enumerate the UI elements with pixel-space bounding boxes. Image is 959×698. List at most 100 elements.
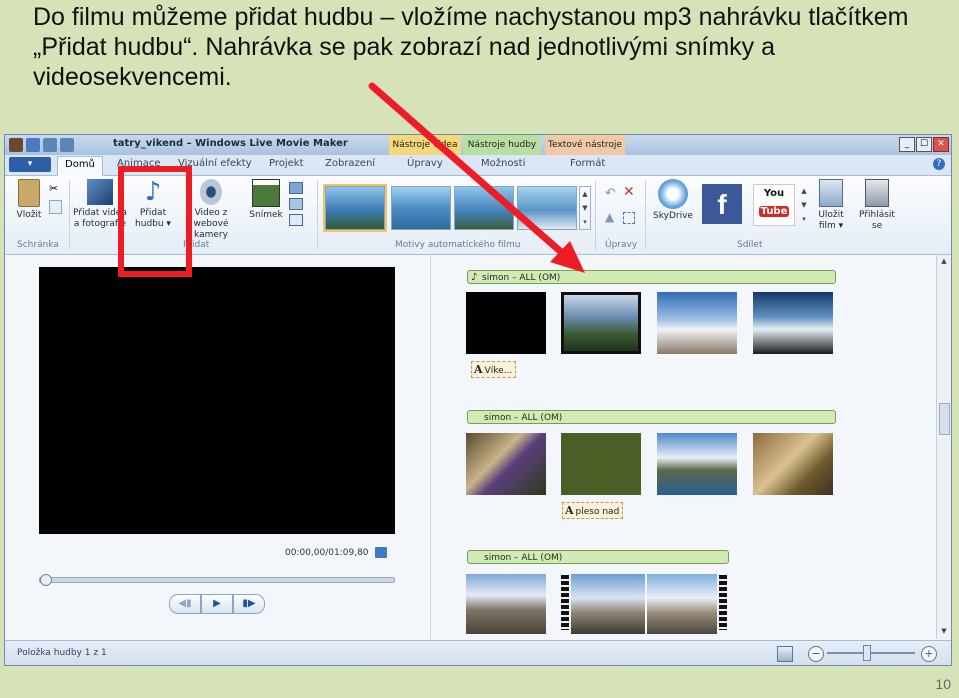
zoom-out-icon[interactable]: − xyxy=(808,646,824,662)
theme-gallery-scroll[interactable]: ▲ ▼ ▾ xyxy=(579,186,591,230)
play-button[interactable]: ▶ xyxy=(201,594,233,614)
sign-in-button[interactable]: Přihlásit se xyxy=(855,179,899,232)
select-all-icon[interactable] xyxy=(623,212,635,224)
film-strip-edge xyxy=(719,575,727,630)
trim-icon[interactable]: ▲ xyxy=(605,210,614,224)
music-track-label: simon – ALL (OM) xyxy=(484,413,563,423)
scroll-thumb[interactable] xyxy=(939,403,950,435)
save-movie-button[interactable]: Uložit film ▾ xyxy=(811,179,851,232)
cut-icon[interactable]: ✂ xyxy=(49,182,61,195)
caption-text: Víke... xyxy=(484,366,513,376)
quick-access-toolbar xyxy=(9,138,74,152)
clip-thumbnail[interactable] xyxy=(466,292,546,354)
group-label-clipboard: Schránka xyxy=(17,240,59,250)
ribbon-separator xyxy=(595,180,596,250)
save-icon[interactable] xyxy=(26,138,40,152)
clip-thumbnail[interactable] xyxy=(571,574,645,634)
clip-thumbnail[interactable] xyxy=(561,433,641,495)
clip-thumbnail[interactable] xyxy=(561,292,641,354)
app-menu-icon[interactable] xyxy=(9,138,23,152)
zoom-slider[interactable] xyxy=(827,652,915,654)
clip-thumbnail[interactable] xyxy=(657,292,737,354)
clipboard-icon xyxy=(18,179,40,207)
tab-options[interactable]: Možnosti xyxy=(481,158,525,169)
film-strip-edge xyxy=(561,575,569,630)
tab-view[interactable]: Zobrazení xyxy=(325,158,375,169)
music-track[interactable]: simon – ALL (OM) xyxy=(467,410,836,424)
tab-format[interactable]: Formát xyxy=(570,158,605,169)
storyboard-scrollbar[interactable]: ▲ ▼ xyxy=(936,255,951,639)
undo-icon[interactable] xyxy=(43,138,57,152)
group-label-share: Sdílet xyxy=(737,240,763,250)
skydrive-icon xyxy=(658,179,688,209)
snapshot-label: Snímek xyxy=(249,210,283,220)
ribbon-separator xyxy=(317,180,318,250)
context-tab-music-tools[interactable]: Nástroje hudby xyxy=(463,135,541,155)
paste-label: Vložit xyxy=(16,210,42,220)
fullscreen-icon[interactable] xyxy=(375,547,387,558)
credits-icon[interactable] xyxy=(289,214,303,226)
theme-thumb[interactable] xyxy=(391,186,451,230)
storyboard-view-icon[interactable] xyxy=(777,646,793,662)
music-track[interactable]: simon – ALL (OM) xyxy=(467,550,729,564)
zoom-slider-thumb[interactable] xyxy=(863,645,871,661)
status-text: Položka hudby 1 z 1 xyxy=(17,648,107,658)
ribbon-separator xyxy=(645,180,646,250)
caption-tag[interactable]: A Víke... xyxy=(471,361,517,378)
group-label-themes: Motivy automatického filmu xyxy=(395,240,521,250)
caption-icon: A xyxy=(474,363,483,376)
seek-bar[interactable] xyxy=(39,574,395,586)
maximize-button[interactable]: ☐ xyxy=(916,137,932,152)
help-icon[interactable]: ? xyxy=(933,158,945,170)
context-tab-video-tools[interactable]: Nástroje videa xyxy=(389,135,461,155)
redo-icon[interactable] xyxy=(60,138,74,152)
clip-thumbnail[interactable] xyxy=(647,574,717,634)
facebook-icon[interactable]: f xyxy=(702,184,742,224)
clip-thumbnail[interactable] xyxy=(753,433,833,495)
caption-icon[interactable] xyxy=(289,198,303,210)
theme-thumb[interactable] xyxy=(454,186,514,230)
next-frame-button[interactable]: ▮▶ xyxy=(233,594,265,614)
paste-button[interactable]: Vložit xyxy=(11,179,47,221)
snapshot-button[interactable]: Snímek xyxy=(247,179,285,221)
youtube-icon[interactable]: You Tube xyxy=(753,184,795,226)
theme-thumb[interactable] xyxy=(323,184,387,232)
seek-thumb[interactable] xyxy=(40,574,52,586)
rotate-left-icon[interactable]: ↶ xyxy=(605,186,616,201)
preview-pane: 00:00,00/01:09,80 ◀▮ ▶ ▮▶ xyxy=(5,255,430,639)
clip-thumbnail[interactable] xyxy=(753,292,833,354)
context-tab-text-tools[interactable]: Textové nástroje xyxy=(545,135,625,155)
previous-frame-button[interactable]: ◀▮ xyxy=(169,594,201,614)
group-label-edit: Úpravy xyxy=(605,240,638,250)
music-track-label: simon – ALL (OM) xyxy=(484,553,563,563)
webcam-label: Video z webové kamery xyxy=(193,208,229,240)
title-icon[interactable] xyxy=(289,182,303,194)
skydrive-button[interactable]: SkyDrive xyxy=(651,179,695,222)
scroll-down-icon[interactable]: ▼ xyxy=(939,627,949,637)
clip-thumbnail[interactable] xyxy=(466,433,546,495)
music-track-label: simon – ALL (OM) xyxy=(482,273,561,283)
music-track[interactable]: ♪ simon – ALL (OM) xyxy=(467,270,836,284)
close-button[interactable]: ✕ xyxy=(933,137,949,152)
caption-icon: A xyxy=(565,504,574,517)
clip-thumbnail[interactable] xyxy=(657,433,737,495)
sign-in-label: Přihlásit se xyxy=(859,210,895,231)
tab-home[interactable]: Domů xyxy=(57,156,103,178)
file-menu-button[interactable]: ▾ xyxy=(9,157,51,172)
video-preview[interactable] xyxy=(39,267,395,534)
remove-icon[interactable]: ✕ xyxy=(623,184,635,200)
theme-thumb[interactable] xyxy=(517,186,577,230)
copy-icon[interactable] xyxy=(49,200,62,214)
share-gallery-scroll[interactable]: ▲ ▼ ▾ xyxy=(799,184,809,224)
clip-thumbnail[interactable] xyxy=(466,574,546,634)
zoom-in-icon[interactable]: + xyxy=(921,646,937,662)
scroll-up-icon[interactable]: ▲ xyxy=(939,257,949,267)
tab-project[interactable]: Projekt xyxy=(269,158,304,169)
skydrive-label: SkyDrive xyxy=(653,211,693,221)
minimize-button[interactable]: _ xyxy=(899,137,915,152)
film-photo-icon xyxy=(87,179,113,205)
tab-edit[interactable]: Úpravy xyxy=(407,158,443,169)
timecode: 00:00,00/01:09,80 xyxy=(285,548,369,558)
webcam-icon xyxy=(200,179,222,205)
caption-tag[interactable]: Apleso nad xyxy=(562,502,624,519)
